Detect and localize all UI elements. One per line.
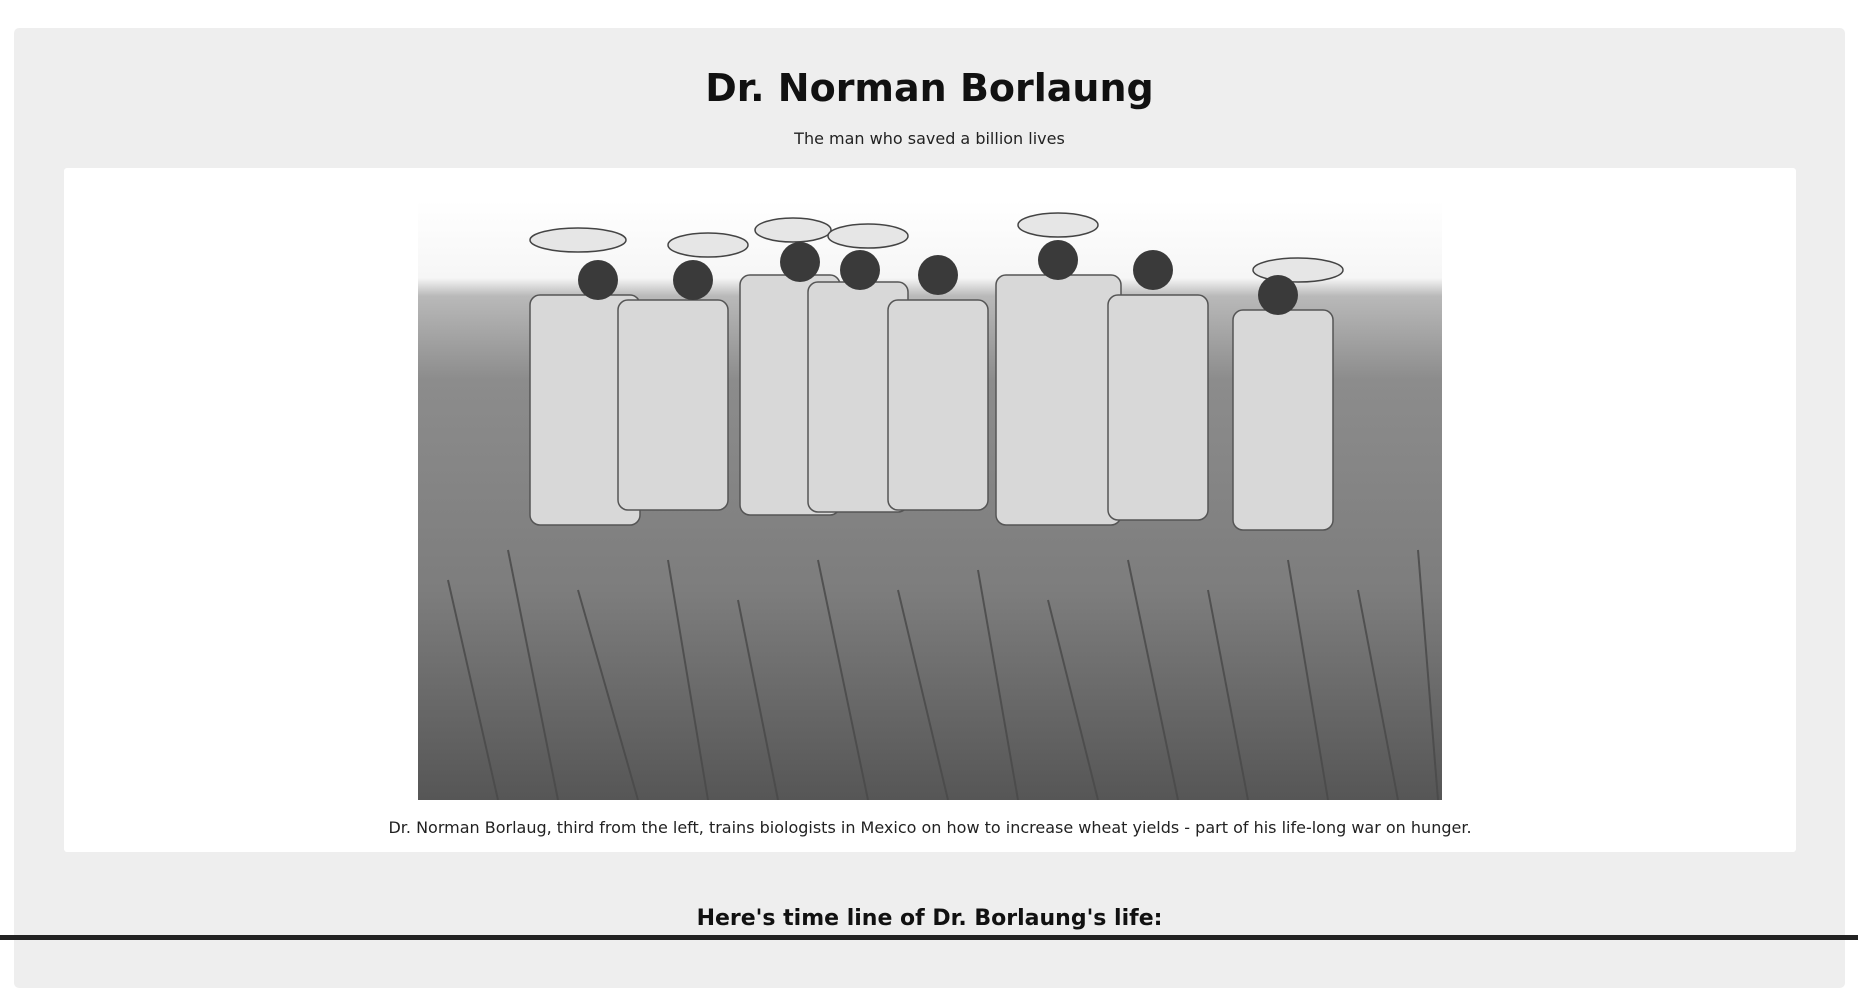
field-photo	[418, 200, 1442, 800]
page-subtitle: The man who saved a billion lives	[794, 129, 1065, 148]
timeline-heading: Here's time line of Dr. Borlaung's life:	[696, 906, 1163, 931]
image-card: Dr. Norman Borlaug, third from the left,…	[64, 168, 1796, 852]
page-title: Dr. Norman Borlaung	[705, 66, 1154, 110]
tribute-main: Dr. Norman Borlaung The man who saved a …	[14, 28, 1845, 988]
image-caption: Dr. Norman Borlaug, third from the left,…	[388, 818, 1472, 837]
bottom-divider	[0, 935, 1858, 940]
